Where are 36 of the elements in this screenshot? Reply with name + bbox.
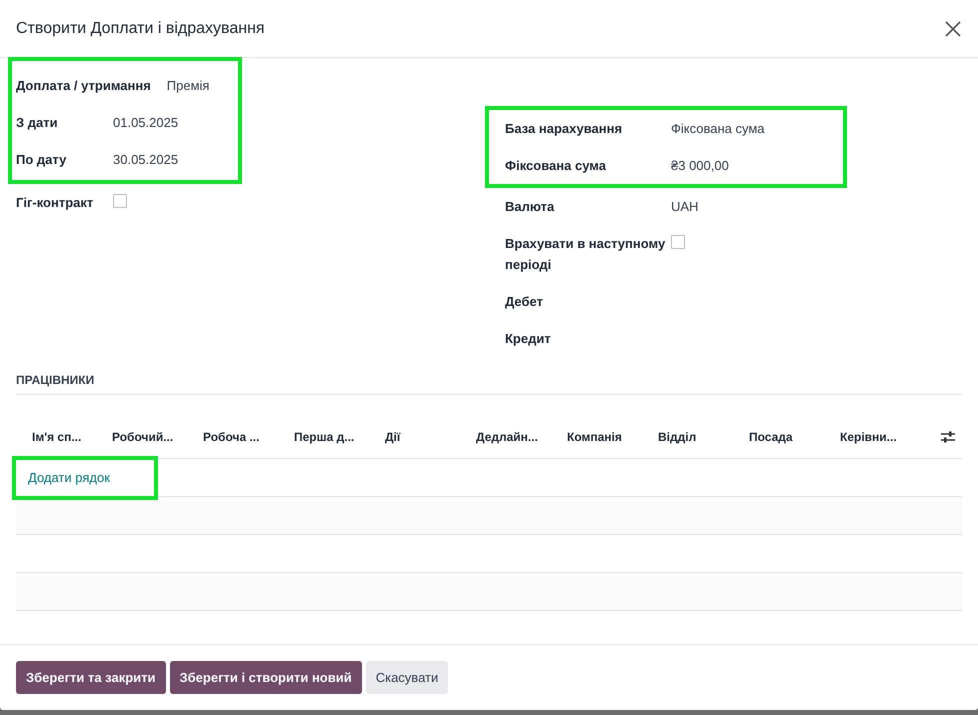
- field-label: Кредит: [505, 330, 552, 348]
- field-value: 01.05.2025: [113, 114, 178, 132]
- field-label: Фіксована сума: [505, 157, 607, 175]
- field-label: База нарахування: [505, 120, 624, 138]
- field-value: UAH: [671, 198, 698, 216]
- column-header[interactable]: Керівни...: [840, 428, 931, 446]
- column-header[interactable]: Відділ: [658, 428, 749, 446]
- primary-button[interactable]: Зберегти і створити новий: [170, 661, 362, 694]
- field-label: Дебет: [505, 293, 544, 311]
- field-label: Врахувати в наступному періоді: [505, 235, 666, 274]
- column-header[interactable]: Робочий...: [112, 428, 203, 446]
- dialog-title: Створити Доплати і відрахування: [16, 18, 265, 38]
- cancel-button[interactable]: Скасувати: [366, 661, 448, 694]
- checkbox[interactable]: [113, 194, 127, 208]
- close-icon[interactable]: [944, 20, 962, 38]
- field-value: ₴3 000,00: [671, 157, 729, 175]
- field-value: Фіксована сума: [671, 120, 765, 138]
- add-line-link[interactable]: Додати рядок: [28, 468, 110, 488]
- column-header[interactable]: Компанія: [567, 428, 658, 446]
- column-header[interactable]: Перша д...: [294, 428, 385, 446]
- checkbox[interactable]: [671, 235, 685, 249]
- column-header[interactable]: Дедлайн...: [476, 428, 567, 446]
- field-label: Валюта: [505, 198, 556, 216]
- field-value: 30.05.2025: [113, 151, 178, 169]
- column-header[interactable]: Ім'я сп...: [32, 428, 112, 446]
- column-header[interactable]: Дії: [385, 428, 476, 446]
- field-label: Доплата / утримання: [16, 77, 152, 95]
- field-value: Премія: [166, 77, 210, 95]
- primary-button[interactable]: Зберегти та закрити: [16, 661, 166, 694]
- column-header[interactable]: Посада: [749, 428, 840, 446]
- field-label: З дати: [16, 114, 59, 132]
- section-title: ПРАЦІВНИКИ: [16, 373, 94, 387]
- field-label: Гіг-контракт: [16, 194, 94, 212]
- column-settings-icon[interactable]: [940, 430, 956, 444]
- field-label: По дату: [16, 151, 68, 169]
- column-header[interactable]: Робоча ...: [203, 428, 294, 446]
